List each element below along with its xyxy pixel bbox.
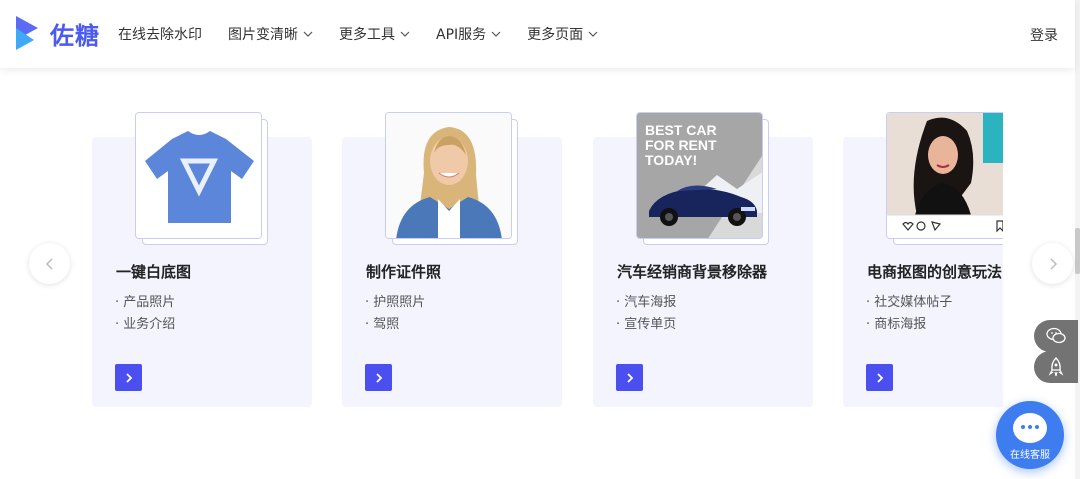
nav-item-api[interactable]: API服务 bbox=[436, 24, 501, 44]
chevron-left-icon bbox=[45, 257, 53, 270]
card-go-button[interactable] bbox=[115, 364, 142, 391]
logo-icon bbox=[16, 16, 38, 50]
poster-text: TODAY! bbox=[645, 152, 697, 168]
chevron-right-icon bbox=[876, 372, 883, 383]
chevron-down-icon bbox=[303, 31, 313, 37]
card-title: 制作证件照 bbox=[366, 263, 442, 281]
card-image-social bbox=[886, 112, 1003, 239]
nav-label: 更多页面 bbox=[527, 27, 584, 43]
poster-text: FOR RENT bbox=[645, 137, 717, 153]
chevron-right-icon bbox=[125, 372, 132, 383]
wechat-button[interactable] bbox=[1034, 320, 1078, 352]
use-case-card[interactable]: 一键白底图 · 产品照片 · 业务介绍 bbox=[92, 112, 312, 407]
chevron-right-icon bbox=[626, 372, 633, 383]
card-image-portrait bbox=[385, 112, 512, 239]
card-tag: · 产品照片 bbox=[115, 295, 176, 310]
top-header: 佐糖 在线去除水印 图片变清晰 更多工具 API服务 更多页面 登录 bbox=[0, 0, 1075, 68]
use-case-carousel: 一键白底图 · 产品照片 · 业务介绍 制作证件照 · 护照照片 · 驾照 BE… bbox=[92, 112, 1003, 412]
nav-item-tools[interactable]: 更多工具 bbox=[339, 24, 410, 44]
chevron-down-icon bbox=[491, 31, 501, 37]
main-nav: 在线去除水印 图片变清晰 更多工具 API服务 更多页面 bbox=[118, 0, 624, 68]
nav-label: 更多工具 bbox=[339, 27, 395, 43]
wechat-icon bbox=[1046, 327, 1066, 344]
card-title: 一键白底图 bbox=[116, 263, 192, 281]
woman-portrait-image bbox=[386, 113, 511, 238]
card-image-car: BEST CAR FOR RENT TODAY! bbox=[636, 112, 763, 239]
chevron-right-icon bbox=[1049, 257, 1057, 270]
card-image-tshirt bbox=[135, 112, 262, 239]
card-tag: · 宣传单页 bbox=[616, 317, 677, 332]
scrollbar-thumb[interactable] bbox=[1075, 228, 1080, 274]
chat-icon bbox=[1013, 413, 1047, 443]
car-poster-image: BEST CAR FOR RENT TODAY! bbox=[637, 113, 762, 238]
nav-label: API服务 bbox=[436, 27, 487, 43]
back-to-top-button[interactable] bbox=[1034, 351, 1078, 383]
nav-item-pages[interactable]: 更多页面 bbox=[527, 24, 598, 44]
use-case-card[interactable]: BEST CAR FOR RENT TODAY! 汽车经销商背景移除器 · 汽车… bbox=[593, 112, 813, 407]
chevron-right-icon bbox=[375, 372, 382, 383]
support-label: 在线客服 bbox=[1010, 450, 1050, 461]
card-tag: · 汽车海报 bbox=[616, 295, 677, 310]
card-tag: · 护照照片 bbox=[365, 295, 426, 310]
nav-item-watermark[interactable]: 在线去除水印 bbox=[118, 24, 202, 44]
login-link[interactable]: 登录 bbox=[1030, 25, 1058, 45]
card-tag: · 商标海报 bbox=[866, 317, 927, 332]
nav-item-enhance[interactable]: 图片变清晰 bbox=[228, 24, 313, 44]
tshirt-image bbox=[136, 113, 261, 238]
social-post-image bbox=[887, 113, 1003, 238]
nav-label: 图片变清晰 bbox=[228, 27, 298, 43]
brand-logo[interactable]: 佐糖 bbox=[12, 14, 100, 52]
card-tag: · 业务介绍 bbox=[115, 317, 176, 332]
carousel-prev-button[interactable] bbox=[29, 243, 70, 284]
online-support-button[interactable]: 在线客服 bbox=[996, 401, 1064, 469]
brand-name: 佐糖 bbox=[50, 21, 100, 50]
nav-label: 在线去除水印 bbox=[118, 27, 202, 43]
card-go-button[interactable] bbox=[866, 364, 893, 391]
card-title: 电商抠图的创意玩法 bbox=[867, 263, 1003, 281]
rocket-icon bbox=[1048, 357, 1064, 377]
card-tag: · 驾照 bbox=[365, 317, 400, 332]
chevron-down-icon bbox=[400, 31, 410, 37]
chevron-down-icon bbox=[588, 31, 598, 37]
card-tag: · 社交媒体帖子 bbox=[866, 295, 953, 310]
poster-text: BEST CAR bbox=[645, 122, 717, 138]
use-case-card[interactable]: 电商抠图的创意玩法 · 社交媒体帖子 · 商标海报 bbox=[843, 112, 1003, 407]
card-go-button[interactable] bbox=[616, 364, 643, 391]
card-title: 汽车经销商背景移除器 bbox=[617, 263, 768, 281]
card-go-button[interactable] bbox=[365, 364, 392, 391]
carousel-next-button[interactable] bbox=[1032, 243, 1073, 284]
use-case-card[interactable]: 制作证件照 · 护照照片 · 驾照 bbox=[342, 112, 562, 407]
